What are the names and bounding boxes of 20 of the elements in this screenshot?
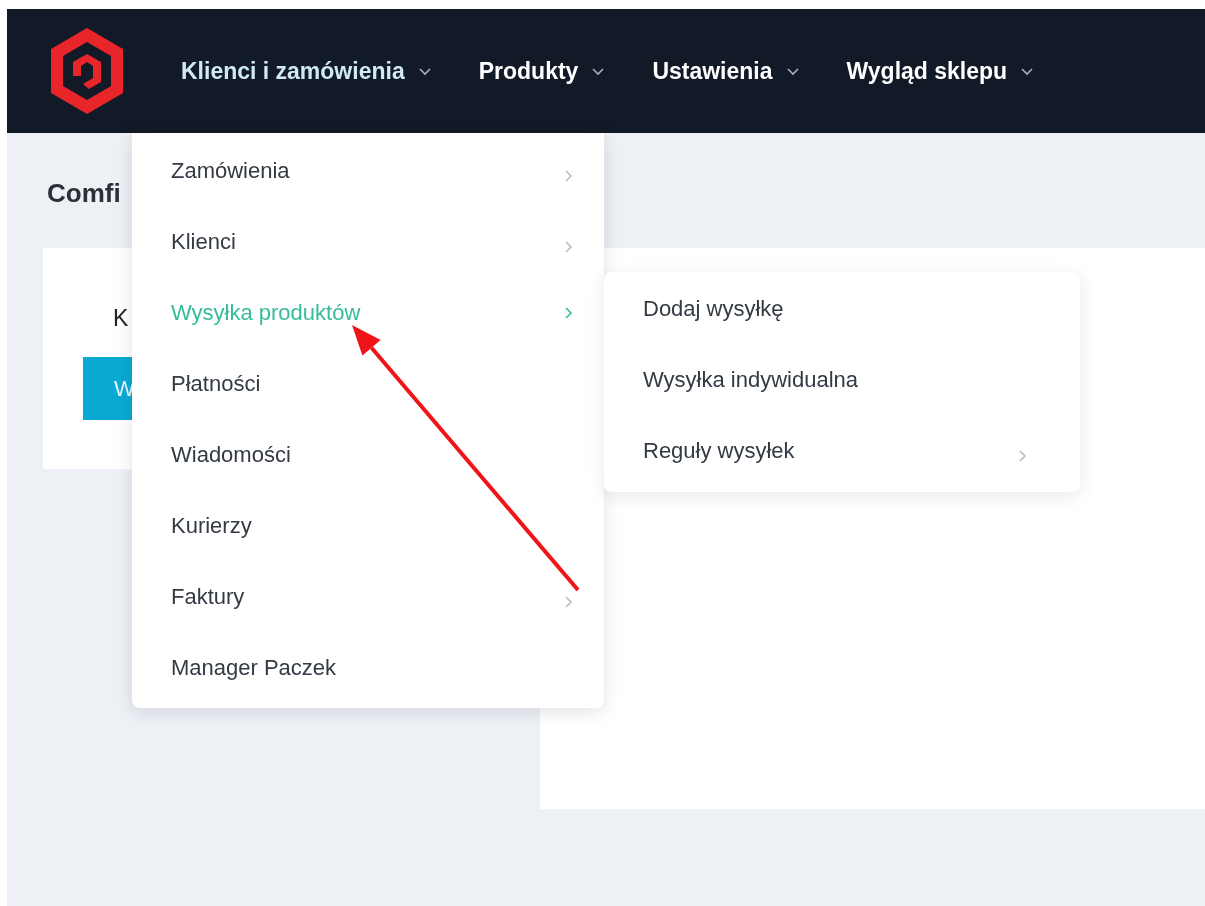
nav-menu-item[interactable]: Wygląd sklepu	[846, 57, 1034, 85]
menu-item[interactable]: Dodaj wysyłkę	[604, 273, 1080, 344]
nav-menu-item[interactable]: Klienci i zamówienia	[181, 57, 431, 85]
menu-item[interactable]: Kurierzy	[132, 490, 604, 561]
menu-item[interactable]: Wysyłka indywidualna	[604, 344, 1080, 415]
chevron-down-icon	[1021, 68, 1034, 76]
menu-item[interactable]: Zamówienia	[132, 135, 604, 206]
chevron-down-icon	[592, 68, 605, 76]
menu-item[interactable]: Wiadomości	[132, 419, 604, 490]
page-heading: Comfi	[47, 178, 121, 210]
chevron-down-icon	[418, 68, 431, 76]
nav-menu-item[interactable]: Produkty	[478, 57, 605, 85]
chevron-down-icon	[786, 68, 799, 76]
menu-item[interactable]: Klienci	[132, 206, 604, 277]
menu-item[interactable]: Reguły wysyłek	[604, 415, 1080, 486]
menu-item[interactable]: Płatności	[132, 348, 604, 419]
menu-item[interactable]: Manager Paczek	[132, 632, 604, 703]
menu-item[interactable]: Faktury	[132, 561, 604, 632]
nav-menu-item[interactable]: Ustawienia	[652, 57, 799, 85]
card-text: K	[113, 305, 129, 333]
